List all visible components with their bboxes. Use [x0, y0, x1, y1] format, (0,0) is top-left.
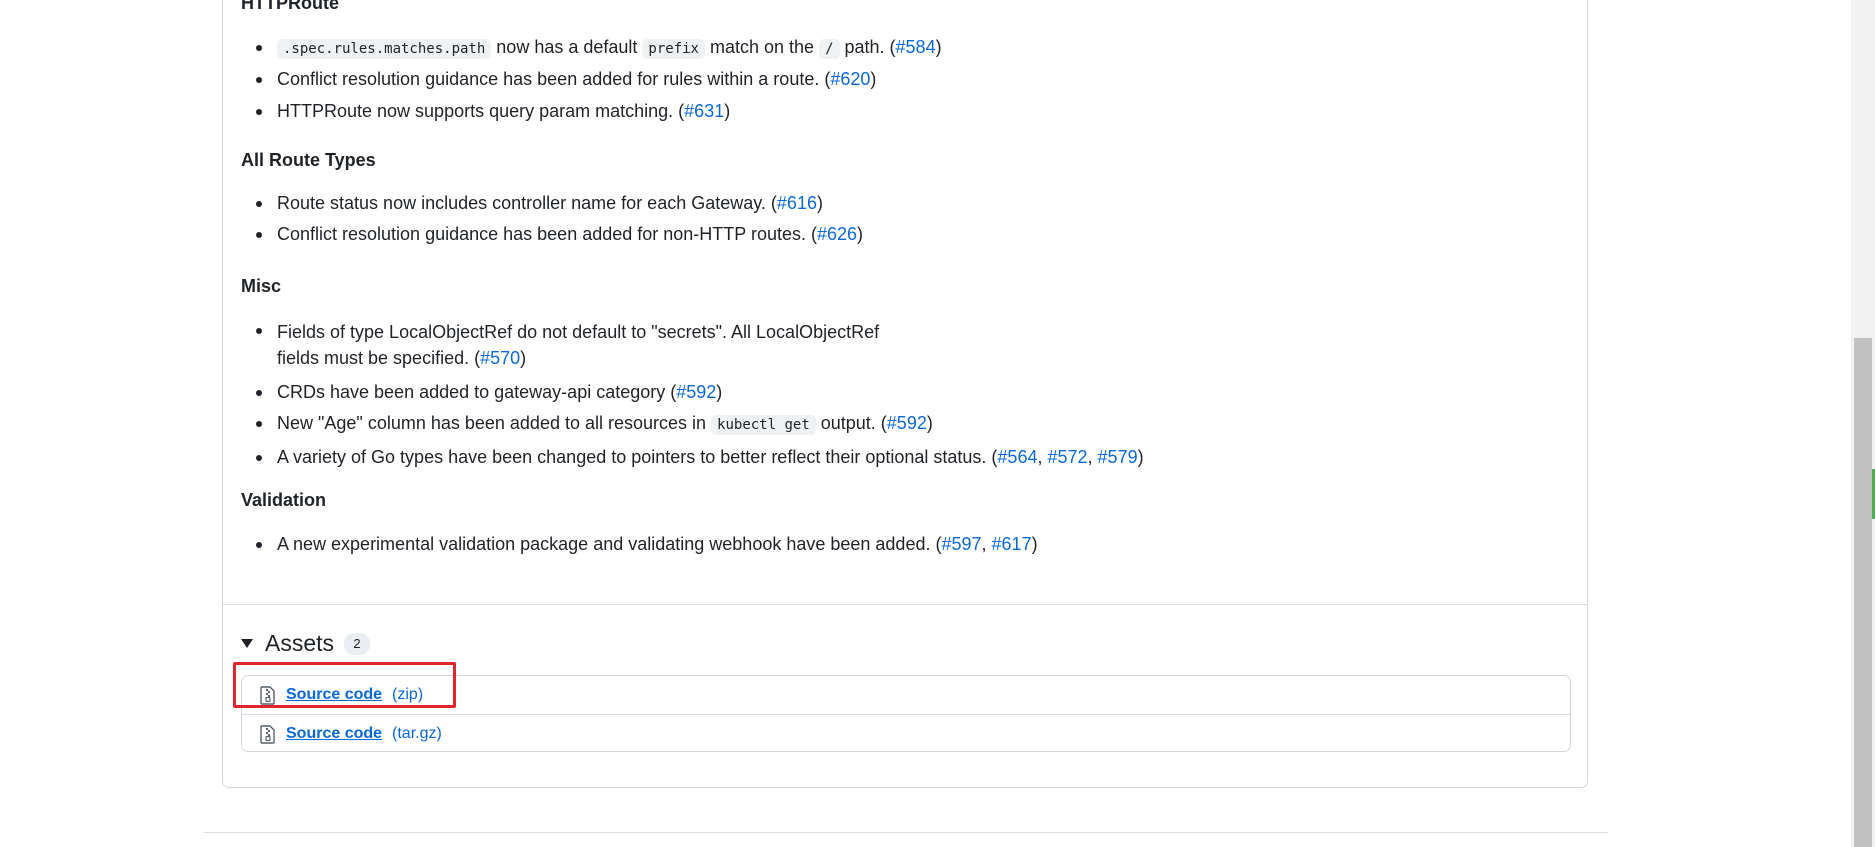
issue-link-584[interactable]: #584 [896, 37, 936, 57]
inline-code: / [819, 39, 840, 59]
issue-link-597[interactable]: #597 [941, 534, 981, 554]
list-item: CRDs have been added to gateway-api cate… [241, 381, 1144, 403]
section-heading-validation: Validation [241, 490, 327, 510]
asset-row-targz[interactable]: Source code (tar.gz) [242, 714, 1570, 753]
section-heading-misc: Misc [241, 276, 282, 296]
issue-link-620[interactable]: #620 [830, 69, 870, 89]
scrollbar-thumb[interactable] [1854, 338, 1872, 847]
section-heading-httproute: HTTPRoute [241, 0, 339, 13]
issue-link-617[interactable]: #617 [992, 534, 1032, 554]
issue-link-592[interactable]: #592 [887, 413, 927, 433]
asset-row-zip[interactable]: Source code (zip) [242, 676, 1570, 714]
list-item: A new experimental validation package an… [241, 533, 1038, 555]
vertical-scrollbar[interactable] [1851, 0, 1875, 847]
assets-title: Assets [265, 630, 335, 656]
list-item: .spec.rules.matches.path now has a defau… [241, 36, 942, 60]
list-item: New "Age" column has been added to all r… [241, 412, 1144, 436]
all-route-types-list: Route status now includes controller nam… [241, 192, 863, 245]
list-item: Conflict resolution guidance has been ad… [241, 68, 942, 90]
issue-link-616[interactable]: #616 [777, 193, 817, 213]
section-heading-all-route-types: All Route Types [241, 150, 376, 170]
issue-link-579[interactable]: #579 [1098, 447, 1138, 467]
list-item: A variety of Go types have been changed … [241, 446, 1144, 468]
asset-ext-targz: (tar.gz) [392, 725, 442, 742]
validation-list: A new experimental validation package an… [241, 533, 1038, 555]
list-item: Fields of type LocalObjectRef do not def… [241, 319, 1144, 371]
httproute-list: .spec.rules.matches.path now has a defau… [241, 36, 942, 122]
assets-count-badge: 2 [344, 632, 371, 655]
misc-list: Fields of type LocalObjectRef do not def… [241, 319, 1144, 468]
asset-link-source-targz[interactable]: Source code [286, 725, 382, 743]
issue-link-592[interactable]: #592 [676, 382, 716, 402]
asset-ext-zip: (zip) [392, 686, 424, 703]
issue-link-570[interactable]: #570 [480, 348, 520, 368]
issue-link-564[interactable]: #564 [997, 447, 1037, 467]
issue-link-631[interactable]: #631 [684, 101, 724, 121]
caret-down-icon [241, 639, 253, 648]
release-card: HTTPRoute .spec.rules.matches.path now h… [222, 0, 1588, 788]
asset-link-source-zip[interactable]: Source code [286, 686, 382, 704]
asset-list: Source code (zip) Source code (tar.gz) [241, 675, 1571, 752]
list-item: Route status now includes controller nam… [241, 192, 863, 214]
file-zip-icon [260, 685, 275, 705]
inline-code: .spec.rules.matches.path [277, 39, 492, 59]
assets-toggle[interactable]: Assets 2 [241, 630, 371, 657]
list-item: HTTPRoute now supports query param match… [241, 100, 942, 122]
issue-link-572[interactable]: #572 [1047, 447, 1087, 467]
file-zip-icon [260, 724, 275, 744]
issue-link-626[interactable]: #626 [817, 224, 857, 244]
list-item: Conflict resolution guidance has been ad… [241, 223, 863, 245]
footer-divider [204, 832, 1608, 833]
card-divider [223, 604, 1587, 605]
inline-code: prefix [642, 39, 705, 59]
inline-code: kubectl get [711, 415, 816, 435]
